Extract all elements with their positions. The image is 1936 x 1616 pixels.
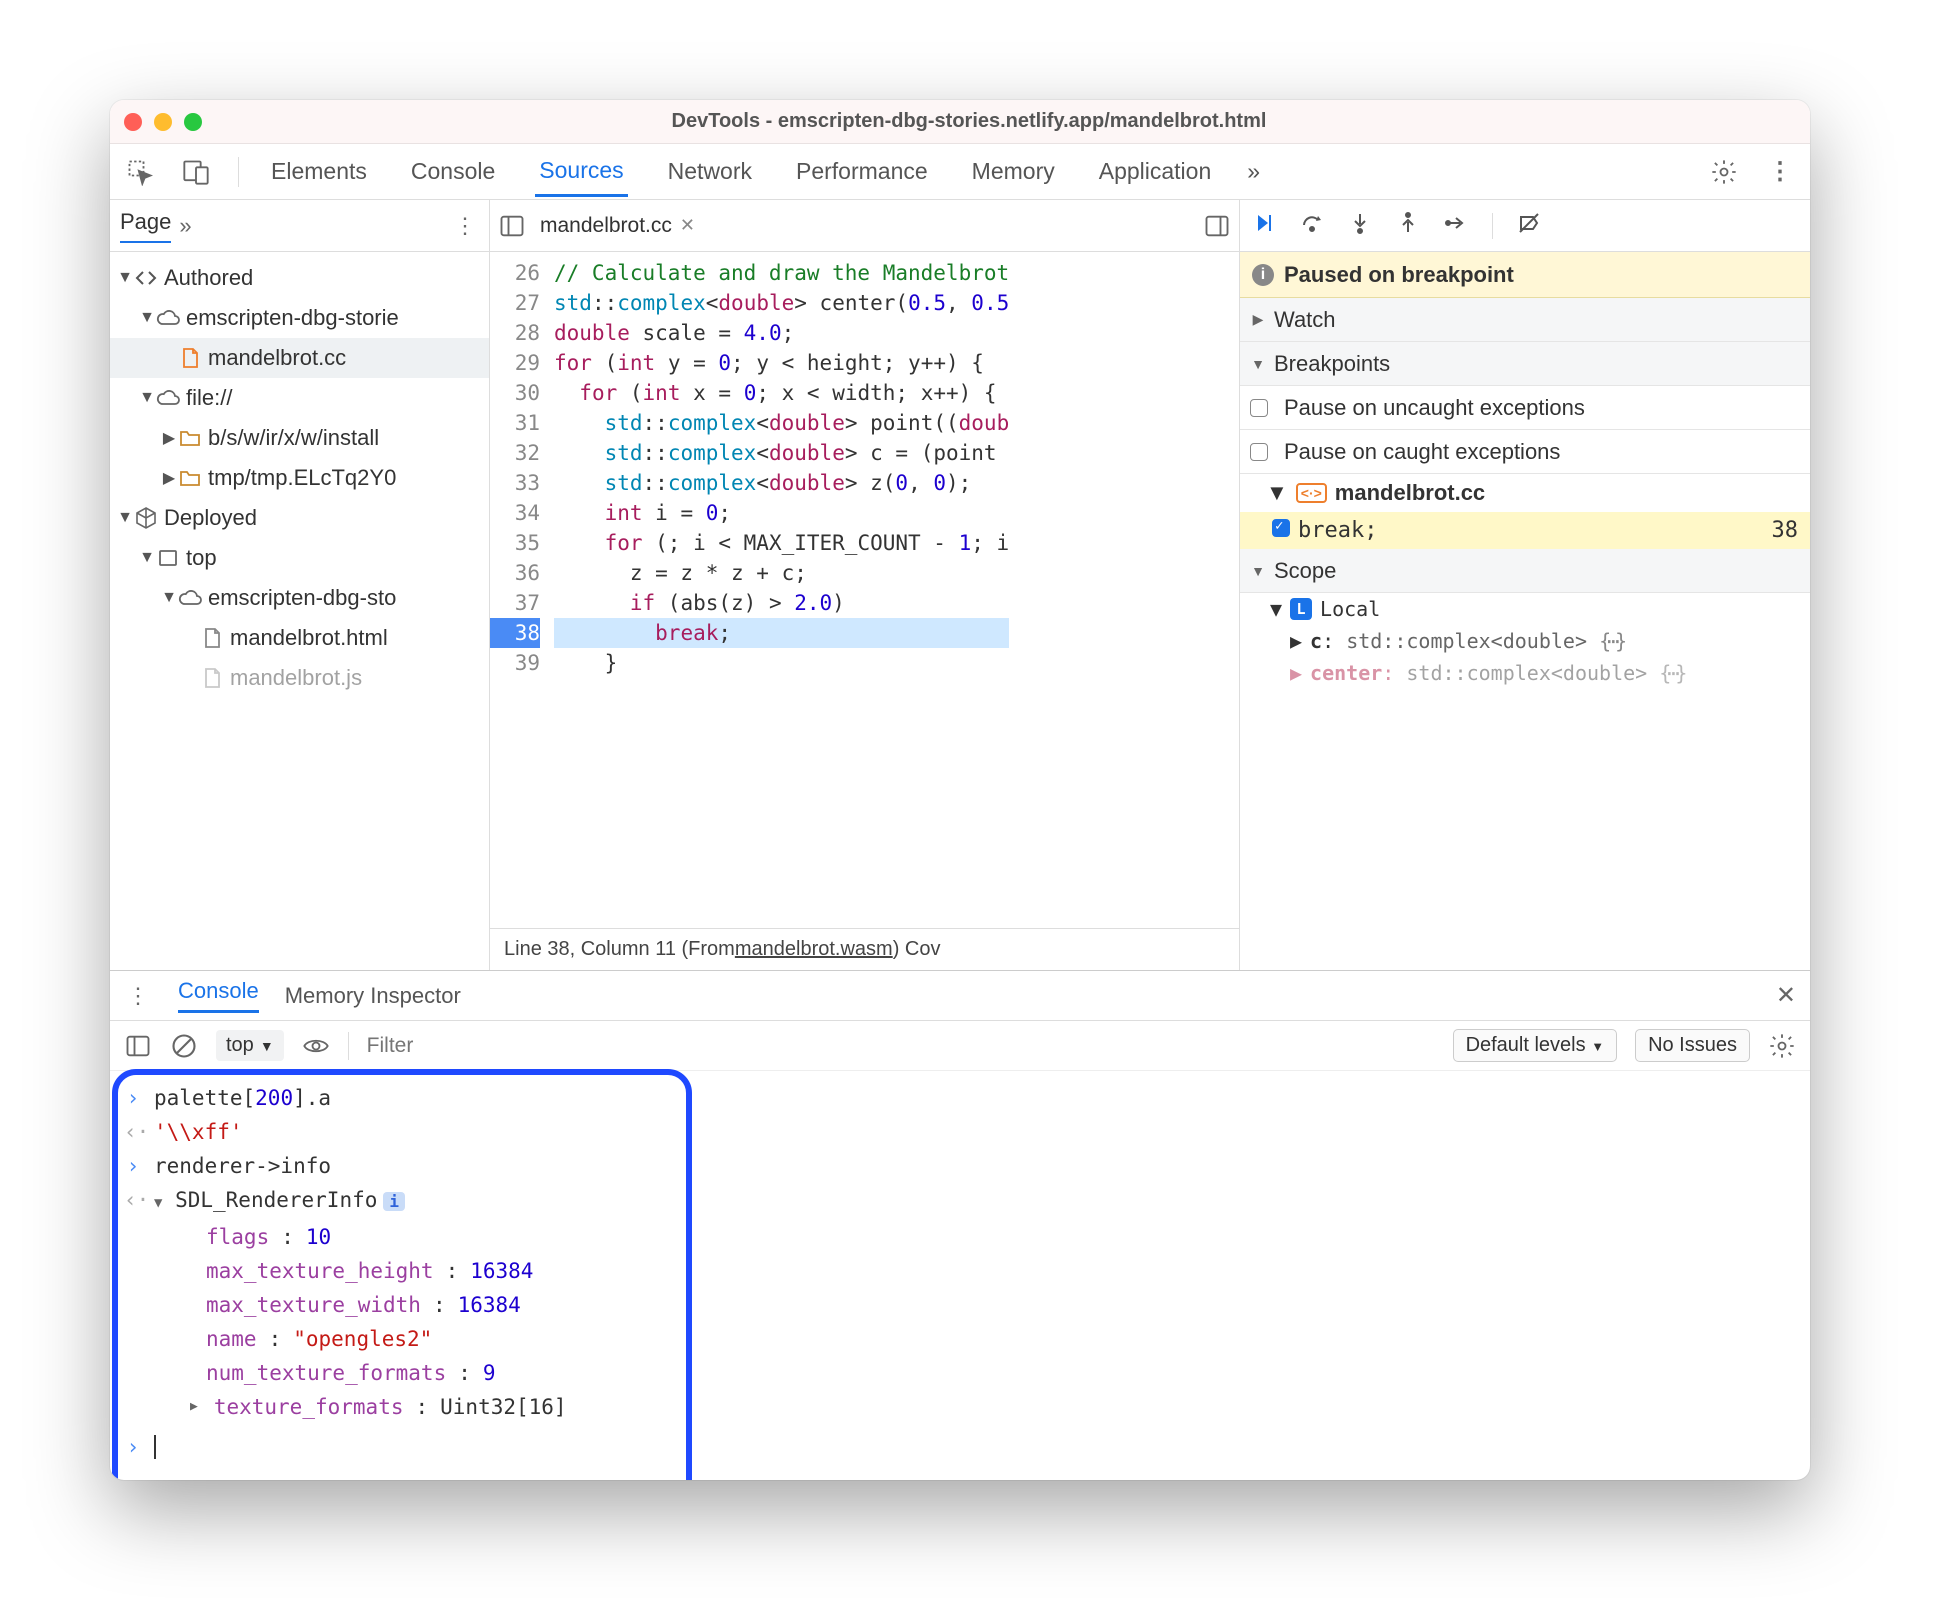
console-property[interactable]: num_texture_formats: 9 <box>124 1356 1796 1390</box>
device-toolbar-icon[interactable] <box>182 158 210 186</box>
tab-application[interactable]: Application <box>1095 148 1216 195</box>
code-editor[interactable]: // Calculate and draw the Mandelbrotstd:… <box>550 252 1013 928</box>
tree-item[interactable]: mandelbrot.html <box>110 618 489 658</box>
context-selector[interactable]: top▼ <box>216 1030 284 1061</box>
inspect-element-icon[interactable] <box>126 158 154 186</box>
scope-variable[interactable]: ▶center: std::complex<double> {⋯} <box>1240 657 1810 689</box>
kebab-menu-icon[interactable]: ⋮ <box>1766 158 1794 186</box>
tree-item[interactable]: ▼file:// <box>110 378 489 418</box>
breakpoints-section[interactable]: ▼Breakpoints <box>1240 342 1810 386</box>
watch-section[interactable]: ▶Watch <box>1240 298 1810 342</box>
console-output[interactable]: ›palette[200].a ‹·'\\xff' ›renderer->inf… <box>110 1071 1810 1480</box>
tab-memory[interactable]: Memory <box>968 148 1059 195</box>
file-tree: ▼Authored▼emscripten-dbg-storiemandelbro… <box>110 252 489 704</box>
drawer-tab-memory-inspector[interactable]: Memory Inspector <box>285 983 461 1009</box>
scope-local[interactable]: ▼L Local <box>1240 593 1810 625</box>
drawer-menu-icon[interactable]: ⋮ <box>124 982 152 1010</box>
pause-uncaught-row[interactable]: Pause on uncaught exceptions <box>1240 386 1810 430</box>
navigator-tabs-overflow[interactable]: » <box>179 213 191 239</box>
tree-item[interactable]: mandelbrot.cc <box>110 338 489 378</box>
tree-item[interactable]: ▼emscripten-dbg-sto <box>110 578 489 618</box>
breakpoint-checkbox[interactable] <box>1272 519 1290 537</box>
issues-button[interactable]: No Issues <box>1635 1029 1750 1062</box>
local-badge-icon: L <box>1290 598 1312 620</box>
scope-section[interactable]: ▼Scope <box>1240 549 1810 593</box>
console-property[interactable]: flags: 10 <box>124 1220 1796 1254</box>
breakpoint-item[interactable]: break; 38 <box>1240 512 1810 549</box>
step-into-icon[interactable] <box>1348 211 1372 241</box>
tab-sources[interactable]: Sources <box>535 147 627 197</box>
toggle-navigator-icon[interactable] <box>498 212 526 240</box>
paused-banner: i Paused on breakpoint <box>1240 252 1810 298</box>
tree-item[interactable]: ▼Authored <box>110 258 489 298</box>
tab-elements[interactable]: Elements <box>267 148 371 195</box>
tab-network[interactable]: Network <box>664 148 756 195</box>
console-prompt[interactable] <box>154 1435 156 1459</box>
panel-tabbar: Elements Console Sources Network Performance… <box>110 144 1810 200</box>
tab-console[interactable]: Console <box>407 148 499 195</box>
debugger-toolbar <box>1240 200 1810 252</box>
navigator-menu-icon[interactable]: ⋮ <box>451 212 479 240</box>
console-settings-icon[interactable] <box>1768 1032 1796 1060</box>
console-property[interactable]: name: "opengles2" <box>124 1322 1796 1356</box>
drawer-tabbar: ⋮ Console Memory Inspector ✕ <box>110 971 1810 1021</box>
console-toolbar: top▼ Default levels ▼ No Issues <box>110 1021 1810 1071</box>
zoom-window-button[interactable] <box>184 113 202 131</box>
close-window-button[interactable] <box>124 113 142 131</box>
tabs-overflow[interactable]: » <box>1243 148 1264 195</box>
step-out-icon[interactable] <box>1396 211 1420 241</box>
tree-item[interactable]: ▶tmp/tmp.ELcTq2Y0 <box>110 458 489 498</box>
scope-variable[interactable]: ▶c: std::complex<double> {⋯} <box>1240 625 1810 657</box>
console-property[interactable]: max_texture_height: 16384 <box>124 1254 1796 1288</box>
tab-performance[interactable]: Performance <box>792 148 932 195</box>
console-property[interactable]: ▶texture_formats: Uint32[16] <box>124 1390 1796 1424</box>
clear-console-icon[interactable] <box>170 1032 198 1060</box>
tree-item[interactable]: mandelbrot.js <box>110 658 489 698</box>
console-property[interactable]: max_texture_width: 16384 <box>124 1288 1796 1322</box>
source-map-link[interactable]: mandelbrot.wasm <box>735 938 893 961</box>
settings-icon[interactable] <box>1710 158 1738 186</box>
tree-item[interactable]: ▼Deployed <box>110 498 489 538</box>
deactivate-breakpoints-icon[interactable] <box>1517 211 1541 241</box>
pause-caught-row[interactable]: Pause on caught exceptions <box>1240 430 1810 474</box>
source-badge-icon: <·> <box>1296 483 1327 503</box>
window-title: DevTools - emscripten-dbg-stories.netlif… <box>202 110 1736 133</box>
console-filter-input[interactable] <box>367 1030 1435 1062</box>
live-expression-icon[interactable] <box>302 1032 330 1060</box>
info-badge-icon[interactable]: i <box>383 1192 405 1211</box>
info-icon: i <box>1252 264 1274 286</box>
editor-tab-label: mandelbrot.cc <box>540 214 672 238</box>
breakpoint-file[interactable]: ▼ <·> mandelbrot.cc <box>1240 474 1810 512</box>
log-levels-select[interactable]: Default levels ▼ <box>1453 1029 1618 1062</box>
drawer-tab-console[interactable]: Console <box>178 978 259 1013</box>
step-over-icon[interactable] <box>1300 211 1324 241</box>
step-icon[interactable] <box>1444 211 1468 241</box>
close-drawer-icon[interactable]: ✕ <box>1776 981 1796 1010</box>
resume-icon[interactable] <box>1252 211 1276 241</box>
close-tab-icon[interactable]: ✕ <box>680 215 695 236</box>
tree-item[interactable]: ▶b/s/w/ir/x/w/install <box>110 418 489 458</box>
editor-tab[interactable]: mandelbrot.cc ✕ <box>534 214 701 238</box>
console-sidebar-icon[interactable] <box>124 1032 152 1060</box>
tree-item[interactable]: ▼emscripten-dbg-storie <box>110 298 489 338</box>
minimize-window-button[interactable] <box>154 113 172 131</box>
editor-statusbar: Line 38, Column 11 (From mandelbrot.wasm… <box>490 928 1239 970</box>
tree-item[interactable]: ▼top <box>110 538 489 578</box>
window-titlebar: DevTools - emscripten-dbg-stories.netlif… <box>110 100 1810 144</box>
toggle-debugger-icon[interactable] <box>1203 212 1231 240</box>
navigator-tab-page[interactable]: Page <box>120 209 171 243</box>
